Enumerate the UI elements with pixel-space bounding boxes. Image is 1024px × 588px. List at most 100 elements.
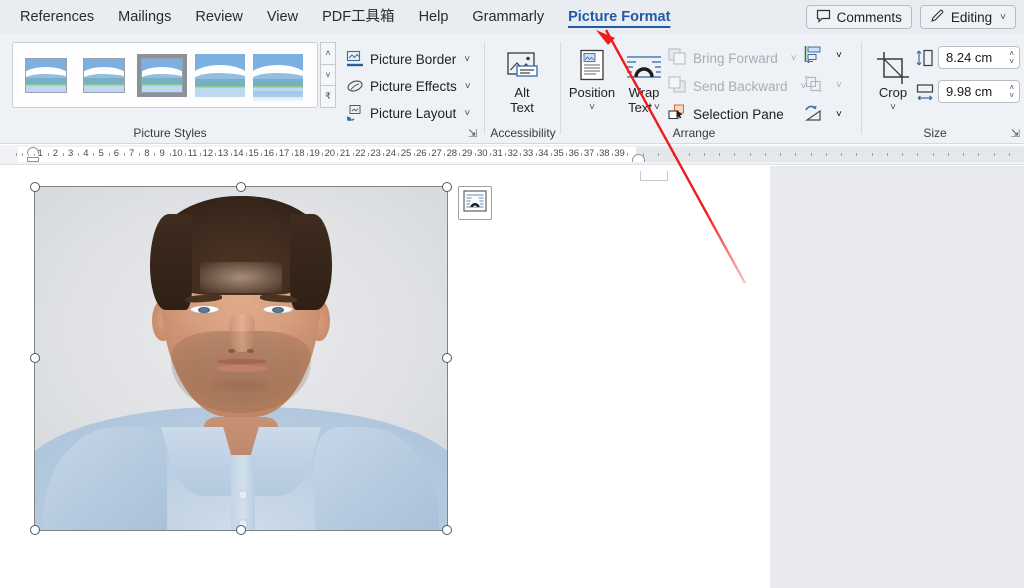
group-label-accessibility: Accessibility — [490, 126, 556, 140]
ruler-tick — [215, 153, 217, 156]
group-label-size: Size — [923, 126, 947, 140]
bring-forward-icon — [668, 48, 686, 68]
ruler-tick — [932, 153, 934, 156]
picture-style-thumb-2[interactable] — [79, 53, 129, 97]
group-objects-button[interactable]: ˅ — [804, 75, 842, 96]
ruler-tick — [15, 153, 17, 156]
ruler-number: 23 — [370, 148, 381, 159]
selection-handle-top-right[interactable] — [442, 182, 452, 192]
editing-mode-button[interactable]: Editing ˅ — [919, 5, 1016, 29]
picture-style-thumb-4[interactable] — [195, 53, 245, 97]
ruler-tick — [658, 153, 659, 156]
portrait-photo[interactable] — [34, 186, 448, 531]
rotate-objects-button[interactable]: ˅ — [804, 104, 842, 125]
alt-text-icon — [494, 43, 550, 85]
layout-options-button[interactable] — [458, 186, 492, 220]
picture-layout-label: Picture Layout — [370, 105, 457, 121]
tab-view[interactable]: View — [255, 0, 310, 34]
gallery-more-icon[interactable]: ₹ — [320, 85, 336, 109]
selection-handle-bottom-right[interactable] — [442, 525, 452, 535]
picture-style-thumb-3[interactable] — [137, 53, 187, 97]
ruler-tick — [47, 153, 49, 156]
picture-effects-button[interactable]: Picture Effects ˅ — [346, 75, 471, 97]
selection-handle-top-center[interactable] — [236, 182, 246, 192]
ruler-tick — [413, 153, 415, 156]
selection-pane-icon — [668, 104, 686, 124]
picture-styles-dialog-launcher[interactable]: ⇲ — [468, 127, 477, 140]
picture-border-button[interactable]: Picture Border ˅ — [346, 48, 470, 70]
crop-button[interactable]: Crop ˅ — [865, 43, 921, 115]
tab-help[interactable]: Help — [407, 0, 461, 34]
position-icon — [564, 43, 620, 85]
crop-icon — [865, 43, 921, 85]
first-line-indent-marker[interactable] — [27, 147, 39, 154]
selection-handle-bottom-left[interactable] — [30, 525, 40, 535]
tab-mailings[interactable]: Mailings — [106, 0, 183, 34]
send-backward-button[interactable]: Send Backward ˅ — [668, 76, 806, 96]
comments-button[interactable]: Comments — [805, 5, 912, 29]
ruler-tick — [383, 153, 385, 156]
position-button[interactable]: Position ˅ — [564, 43, 620, 115]
picture-style-thumb-1[interactable] — [21, 53, 71, 97]
gallery-scroll-up-icon[interactable]: ˄ — [320, 42, 336, 64]
ruler-tick — [688, 153, 690, 156]
stepper-down-icon[interactable]: ˅ — [1009, 57, 1014, 66]
bring-forward-label: Bring Forward — [693, 50, 778, 66]
alt-text-button[interactable]: Alt Text — [494, 43, 550, 115]
shape-height-stepper[interactable]: ˄ ˅ — [1009, 49, 1019, 66]
ribbon-group-picture-styles: ˄ ˅ ₹ Picture Border ˅ Picture Effects ˅… — [0, 34, 477, 144]
ruler-number: 39 — [614, 148, 625, 159]
selection-pane-button[interactable]: Selection Pane — [668, 104, 784, 124]
wrap-text-button[interactable]: Wrap Text ˅ — [616, 43, 672, 115]
ribbon-group-size: Crop ˅ 8.24 cm ˄ ˅ 9.98 cm ˄ ˅ Size ⇲ — [865, 34, 1024, 144]
ruler-tick — [200, 153, 202, 156]
shape-width-input[interactable]: 9.98 cm ˄ ˅ — [938, 80, 1020, 103]
picture-layout-button[interactable]: Picture Layout ˅ — [346, 102, 470, 124]
ruler-tick — [459, 153, 461, 156]
horizontal-ruler[interactable]: 1 2 3 4 5 6 7 8 9 10 11 12 13 14 15 16 17 18 19 20 21 22 23 24 2… — [0, 145, 1024, 165]
ruler-number: 12 — [202, 148, 213, 159]
ruler-number: 30 — [477, 148, 488, 159]
document-canvas — [0, 166, 1024, 588]
selection-handle-bottom-center[interactable] — [236, 525, 246, 535]
right-indent-marker[interactable] — [632, 154, 645, 162]
chevron-down-icon: ˅ — [790, 52, 797, 64]
shape-width-value: 9.98 cm — [946, 84, 993, 99]
ruler-tick — [719, 153, 720, 156]
chevron-down-icon: ˅ — [836, 80, 842, 91]
tab-references[interactable]: References — [8, 0, 106, 34]
ruler-tick — [367, 153, 369, 156]
ruler-tick — [764, 153, 766, 156]
portrait-photo-content — [35, 187, 447, 530]
left-indent-marker[interactable] — [27, 157, 39, 162]
shape-height-input[interactable]: 8.24 cm ˄ ˅ — [938, 46, 1020, 69]
selection-handle-middle-right[interactable] — [442, 353, 452, 363]
picture-styles-scrollers[interactable]: ˄ ˅ ₹ — [320, 42, 336, 109]
align-objects-button[interactable]: ˅ — [804, 45, 842, 66]
picture-layout-icon — [346, 104, 364, 122]
ruler-tick — [627, 153, 629, 156]
tab-grammarly[interactable]: Grammarly — [460, 0, 556, 34]
bring-forward-button[interactable]: Bring Forward ˅ — [668, 48, 797, 68]
send-backward-label: Send Backward — [693, 78, 788, 94]
ruler-tick — [550, 153, 552, 156]
shape-width-stepper[interactable]: ˄ ˅ — [1009, 83, 1019, 100]
document-page[interactable] — [0, 166, 770, 588]
ruler-tick — [108, 153, 110, 156]
tab-review[interactable]: Review — [183, 0, 255, 34]
ruler-number: 36 — [568, 148, 579, 159]
selection-handle-top-left[interactable] — [30, 182, 40, 192]
picture-style-thumb-5[interactable] — [253, 53, 303, 103]
ruler-tick — [566, 153, 568, 156]
selection-handle-middle-left[interactable] — [30, 353, 40, 363]
tab-picture-format[interactable]: Picture Format — [556, 0, 682, 34]
ruler-tick — [780, 153, 781, 156]
picture-styles-gallery[interactable] — [12, 42, 318, 108]
size-dialog-launcher[interactable]: ⇲ — [1011, 127, 1020, 140]
gallery-scroll-down-icon[interactable]: ˅ — [320, 63, 336, 86]
tab-pdf-toolbox[interactable]: PDF工具箱 — [310, 0, 407, 34]
align-objects-icon — [804, 45, 823, 66]
wrap-text-icon — [616, 43, 672, 85]
stepper-down-icon[interactable]: ˅ — [1009, 91, 1014, 100]
ruler-number: 14 — [233, 148, 244, 159]
